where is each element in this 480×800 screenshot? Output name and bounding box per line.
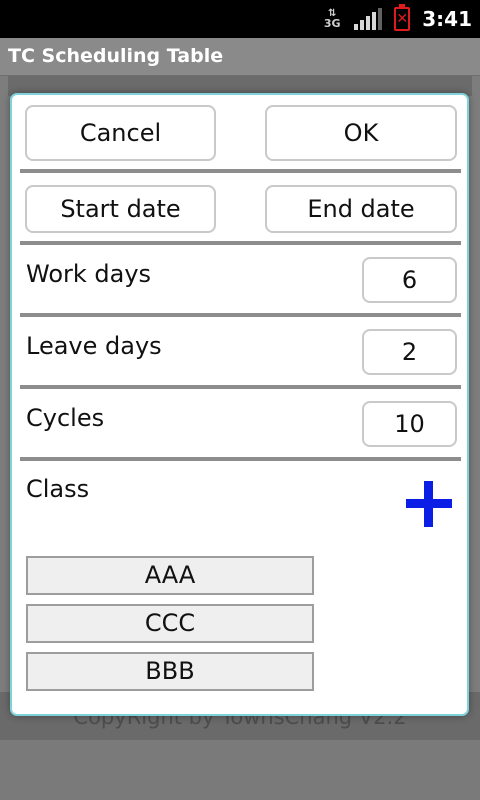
status-icons: ⇅ 3G ✕ 3:41 <box>322 0 472 38</box>
status-time: 3:41 <box>422 7 472 31</box>
class-item[interactable]: CCC <box>26 604 314 643</box>
class-item[interactable]: AAA <box>26 556 314 595</box>
class-label: Class <box>26 475 90 503</box>
class-item[interactable]: BBB <box>26 652 314 691</box>
status-bar: ⇅ 3G ✕ 3:41 <box>0 0 480 38</box>
divider <box>20 313 461 317</box>
app-title: TC Scheduling Table <box>8 45 224 67</box>
signal-icon <box>354 8 383 30</box>
settings-dialog: Cancel OK Start date End date Work days … <box>10 93 469 716</box>
network-type: 3G <box>323 17 341 30</box>
work-days-label: Work days <box>26 260 152 288</box>
ok-button[interactable]: OK <box>265 105 457 161</box>
plus-icon[interactable] <box>406 481 452 527</box>
work-days-input[interactable]: 6 <box>362 257 457 303</box>
divider <box>20 169 461 173</box>
background-bottom <box>0 740 480 800</box>
divider <box>20 385 461 389</box>
cycles-label: Cycles <box>26 404 105 432</box>
battery-alert-icon: ✕ <box>394 4 411 31</box>
network-3g-icon: ⇅ 3G <box>323 8 341 30</box>
divider <box>20 457 461 461</box>
leave-days-label: Leave days <box>26 332 162 360</box>
cancel-button[interactable]: Cancel <box>25 105 216 161</box>
leave-days-input[interactable]: 2 <box>362 329 457 375</box>
start-date-button[interactable]: Start date <box>25 185 216 233</box>
cycles-input[interactable]: 10 <box>362 401 457 447</box>
divider <box>20 241 461 245</box>
app-title-bar: TC Scheduling Table <box>0 38 480 76</box>
end-date-button[interactable]: End date <box>265 185 457 233</box>
